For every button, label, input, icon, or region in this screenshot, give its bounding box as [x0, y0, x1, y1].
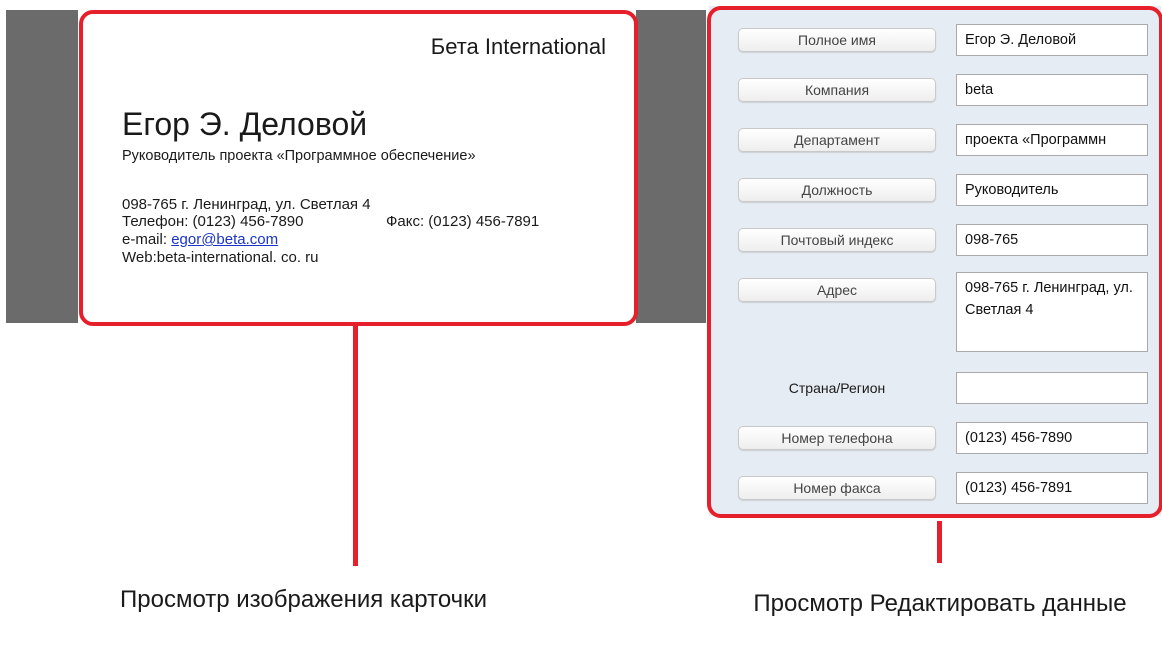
edit-view-caption: Просмотр Редактировать данные — [753, 590, 1127, 617]
edit-view-highlight — [707, 6, 1162, 518]
card-view-highlight — [79, 10, 638, 326]
card-view-caption: Просмотр изображения карточки — [120, 586, 488, 613]
edit-view-pointer — [937, 521, 942, 563]
card-view-pointer — [353, 326, 358, 566]
